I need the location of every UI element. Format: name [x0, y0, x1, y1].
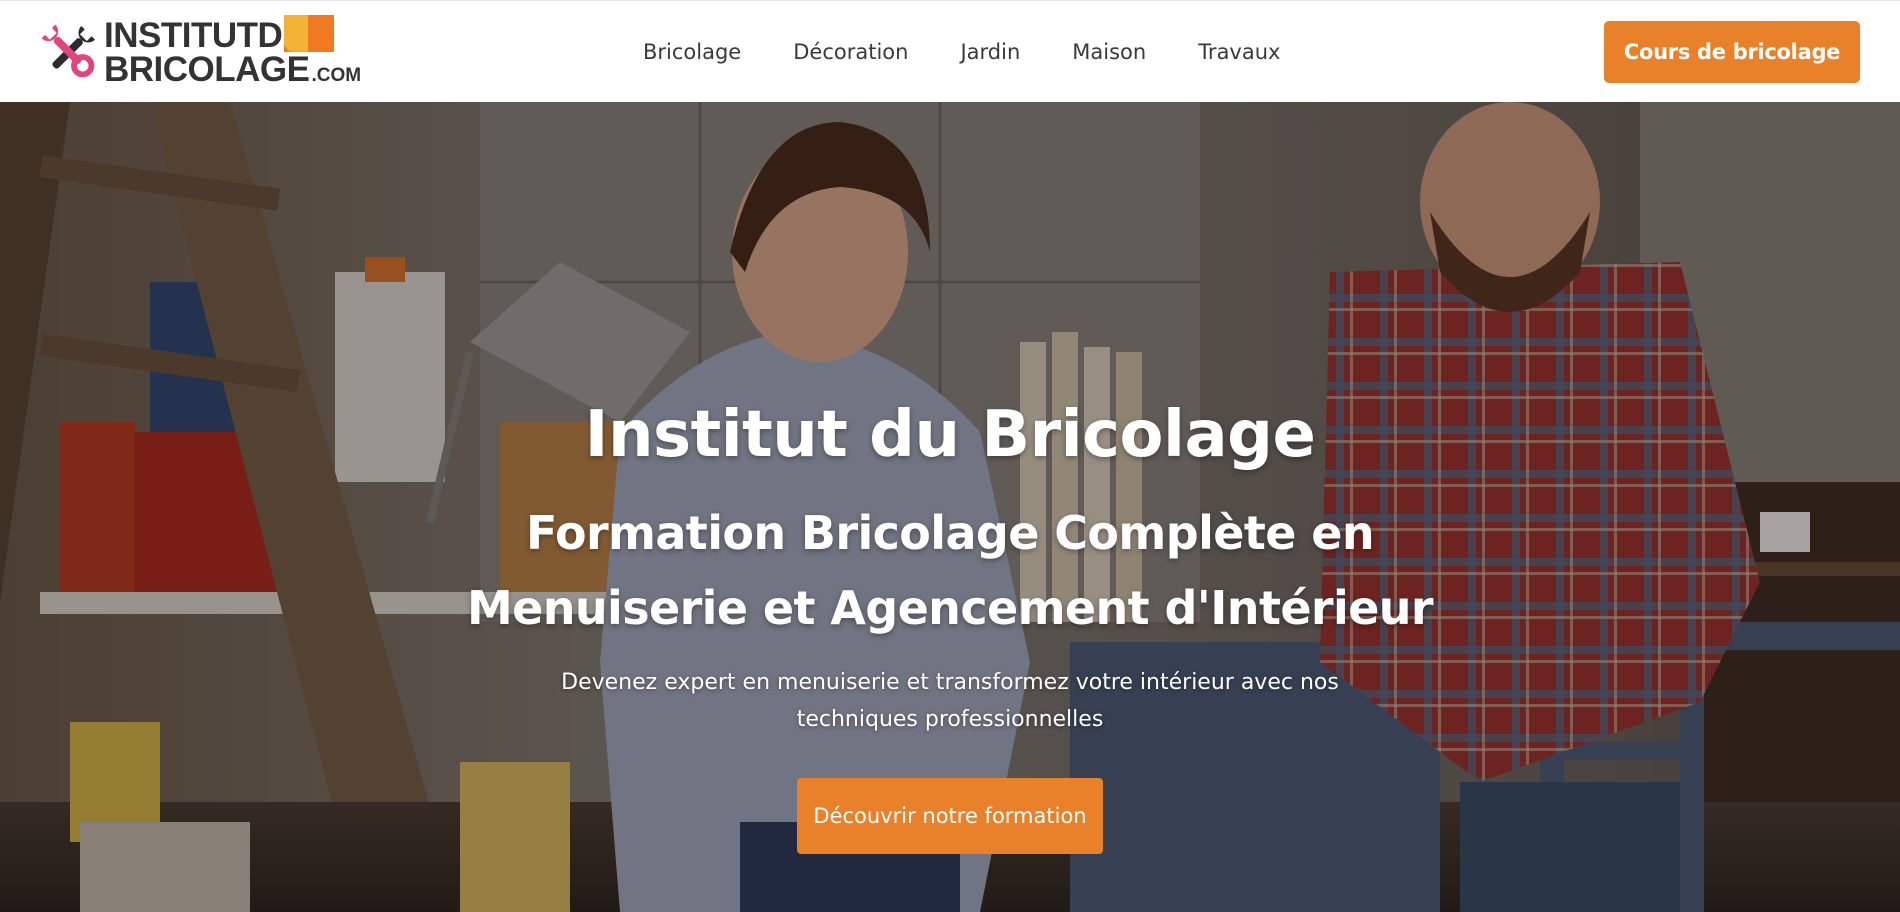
nav-item-bricolage[interactable]: Bricolage: [643, 40, 741, 64]
hero-description: Devenez expert en menuiserie et transfor…: [561, 670, 1339, 732]
hero-title: Institut du Bricolage: [584, 398, 1316, 472]
logo-suffix: .COM: [311, 65, 362, 86]
site-header: INSTITUTD BRICOLAGE .COM Bricolage Décor…: [0, 0, 1900, 102]
logo-color-square-icon: [284, 14, 335, 52]
nav-item-maison[interactable]: Maison: [1072, 40, 1146, 64]
hero-content: Institut du Bricolage Formation Bricolag…: [0, 102, 1900, 912]
courses-button[interactable]: Cours de bricolage: [1604, 21, 1860, 83]
nav-item-jardin[interactable]: Jardin: [960, 40, 1020, 64]
tools-logo-icon: [41, 24, 96, 78]
logo-wordmark: INSTITUTD BRICOLAGE .COM: [104, 14, 362, 89]
nav-item-decoration[interactable]: Décoration: [793, 40, 908, 64]
nav-item-travaux[interactable]: Travaux: [1198, 40, 1280, 64]
main-nav: Bricolage Décoration Jardin Maison Trava…: [643, 1, 1280, 103]
discover-training-button[interactable]: Découvrir notre formation: [797, 778, 1103, 854]
logo-line-2: BRICOLAGE: [104, 50, 310, 89]
hero-section: Institut du Bricolage Formation Bricolag…: [0, 102, 1900, 912]
logo-line-1: INSTITUTD: [104, 15, 283, 55]
site-logo[interactable]: INSTITUTD BRICOLAGE .COM: [38, 14, 362, 89]
hero-subtitle: Formation Bricolage Complète en Menuiser…: [466, 506, 1434, 635]
